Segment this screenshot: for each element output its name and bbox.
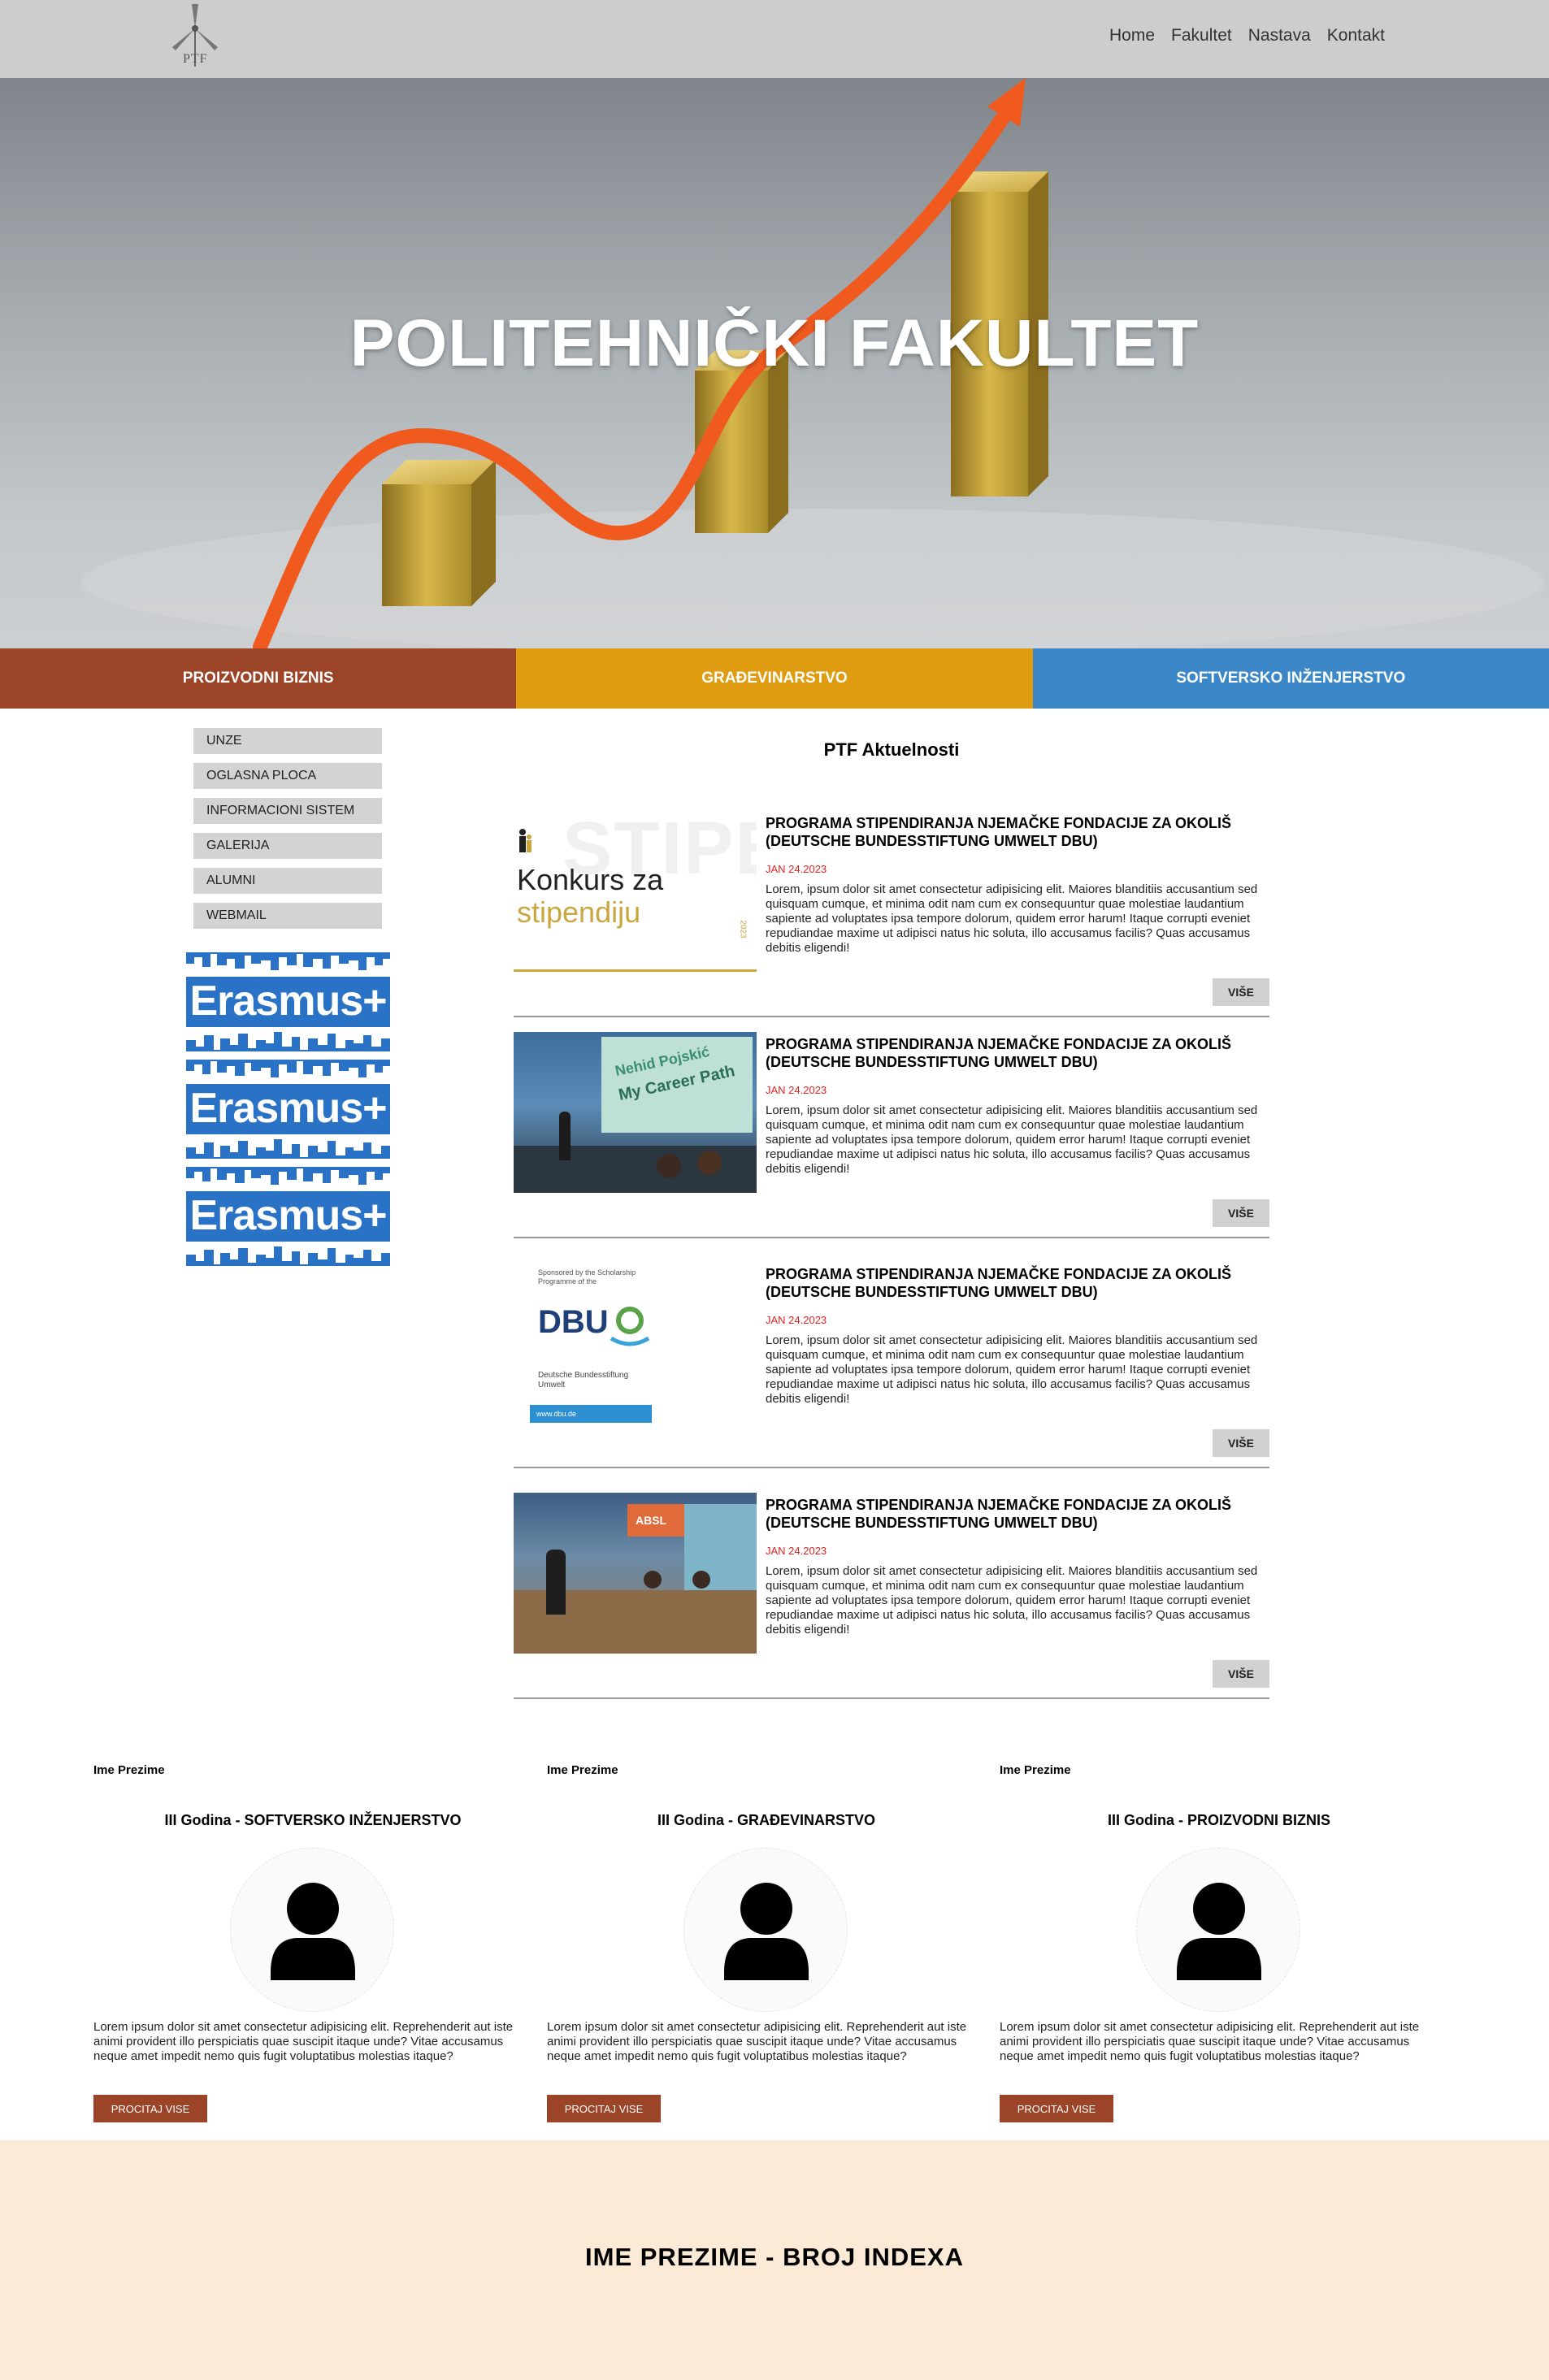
erasmus-label: Erasmus+ — [189, 1192, 387, 1239]
program-gradevinarstvo[interactable]: GRAĐEVINARSTVO — [516, 648, 1033, 709]
sidebar-item-oglasna-ploca[interactable]: OGLASNA PLOCA — [193, 763, 382, 789]
read-more-button[interactable]: PROCITAJ VISE — [547, 2095, 661, 2122]
student-name: Ime Prezime — [93, 1763, 165, 1777]
news-body: Lorem, ipsum dolor sit amet consectetur … — [766, 1333, 1258, 1406]
erasmus-label: Erasmus+ — [189, 1085, 387, 1132]
news-date: JAN 24.2023 — [766, 863, 827, 875]
news-more-button[interactable]: VIŠE — [1213, 978, 1269, 1006]
people-icon — [519, 829, 532, 852]
student-card: Ime Prezime III Godina - GRAĐEVINARSTVO … — [547, 1763, 974, 2137]
news-body: Lorem, ipsum dolor sit amet consectetur … — [766, 1564, 1258, 1637]
skyline-decoration — [186, 1027, 390, 1050]
erasmus-banner[interactable]: Erasmus+ — [186, 1060, 390, 1159]
student-year: III Godina - GRAĐEVINARSTVO — [657, 1812, 875, 1828]
skyline-decoration — [186, 1134, 390, 1157]
erasmus-banner[interactable]: Erasmus+ — [186, 1167, 390, 1266]
user-icon — [724, 1883, 809, 1980]
skyline-decoration — [186, 1242, 390, 1264]
image-sponsor-text: Sponsored by the Scholarship Programme o… — [538, 1268, 636, 1285]
attendee — [644, 1571, 662, 1589]
news-date: JAN 24.2023 — [766, 1314, 827, 1326]
student-card: Ime Prezime III Godina - PROIZVODNI BIZN… — [1000, 1763, 1427, 2137]
news-item: ABSL PROGRAMA STIPENDIRANJA NJEMAČKE FON… — [514, 1480, 1269, 1699]
sidebar-menu: UNZE OGLASNA PLOCA INFORMACIONI SISTEM G… — [193, 728, 382, 938]
image-year: 2023 — [738, 920, 748, 939]
news-image-career-talk[interactable]: Nehid Pojskić My Career Path — [514, 1032, 757, 1193]
sidebar-item-unze[interactable]: UNZE — [193, 728, 382, 754]
image-sign: ABSL — [627, 1504, 684, 1537]
image-headline: Konkurs za — [517, 863, 664, 896]
attendee — [692, 1571, 710, 1589]
student-text: Lorem ipsum dolor sit amet consectetur a… — [93, 2020, 514, 2063]
read-more-button[interactable]: PROCITAJ VISE — [93, 2095, 207, 2122]
user-icon — [1177, 1883, 1261, 1980]
student-year: III Godina - PROIZVODNI BIZNIS — [1107, 1812, 1330, 1828]
hero-title: POLITEHNIČKI FAKULTET — [349, 306, 1200, 380]
site-header: PTF Home Fakultet Nastava Kontakt — [0, 0, 1549, 78]
student-name: Ime Prezime — [1000, 1763, 1071, 1777]
read-more-button[interactable]: PROCITAJ VISE — [1000, 2095, 1113, 2122]
news-headline[interactable]: PROGRAMA STIPENDIRANJA NJEMAČKE FONDACIJ… — [766, 1035, 1269, 1071]
dbu-leaf-icon — [610, 1307, 650, 1346]
news-headline[interactable]: PROGRAMA STIPENDIRANJA NJEMAČKE FONDACIJ… — [766, 814, 1269, 850]
audience-person — [697, 1151, 722, 1175]
student-card: Ime Prezime III Godina - SOFTVERSKO INŽE… — [93, 1763, 521, 2137]
student-text: Lorem ipsum dolor sit amet consectetur a… — [1000, 2020, 1420, 2063]
image-url-bar: www.dbu.de — [530, 1405, 652, 1423]
news-headline[interactable]: PROGRAMA STIPENDIRANJA NJEMAČKE FONDACIJ… — [766, 1496, 1269, 1532]
sidebar-item-galerija[interactable]: GALERIJA — [193, 833, 382, 859]
avatar — [1136, 1848, 1300, 2012]
news-item: Nehid Pojskić My Career Path PROGRAMA ST… — [514, 1019, 1269, 1238]
news-more-button[interactable]: VIŠE — [1213, 1660, 1269, 1688]
student-name: Ime Prezime — [547, 1763, 618, 1777]
nav-kontakt[interactable]: Kontakt — [1327, 26, 1385, 46]
avatar — [230, 1848, 394, 2012]
avatar — [683, 1848, 848, 2012]
news-item: STIPEN Konkurs za stipendiju 2023 PROGRA… — [514, 798, 1269, 1017]
camera-operator — [546, 1550, 566, 1615]
news-section-title: PTF Aktuelnosti — [823, 739, 960, 760]
nav-nastava[interactable]: Nastava — [1248, 26, 1311, 46]
news-image-conference[interactable]: ABSL — [514, 1493, 757, 1654]
nav-fakultet[interactable]: Fakultet — [1171, 26, 1232, 46]
skyline-decoration — [186, 1168, 390, 1191]
main-nav: Home Fakultet Nastava Kontakt — [1109, 26, 1385, 46]
program-bar: PROIZVODNI BIZNIS GRAĐEVINARSTVO SOFTVER… — [0, 648, 1549, 709]
skyline-decoration — [186, 954, 390, 977]
news-more-button[interactable]: VIŠE — [1213, 1199, 1269, 1227]
program-softversko-inzenjerstvo[interactable]: SOFTVERSKO INŽENJERSTVO — [1032, 648, 1549, 709]
audience — [514, 1146, 757, 1193]
image-subheadline: stipendiju — [517, 895, 641, 929]
speaker — [559, 1112, 571, 1160]
news-headline[interactable]: PROGRAMA STIPENDIRANJA NJEMAČKE FONDACIJ… — [766, 1265, 1269, 1301]
news-image-konkurs[interactable]: STIPEN Konkurs za stipendiju 2023 — [514, 811, 757, 972]
skyline-decoration — [186, 1061, 390, 1084]
image-org-text: Deutsche Bundesstiftung Umwelt — [538, 1371, 629, 1389]
site-footer: IME PREZIME - BROJ INDEXA — [0, 2140, 1549, 2380]
sidebar-item-webmail[interactable]: WEBMAIL — [193, 903, 382, 929]
program-proizvodni-biznis[interactable]: PROIZVODNI BIZNIS — [0, 648, 517, 709]
sidebar-item-informacioni-sistem[interactable]: INFORMACIONI SISTEM — [193, 798, 382, 824]
banner-stand — [684, 1504, 757, 1602]
news-date: JAN 24.2023 — [766, 1084, 827, 1096]
footer-text: IME PREZIME - BROJ INDEXA — [585, 2243, 964, 2271]
news-item: Sponsored by the Scholarship Programme o… — [514, 1249, 1269, 1468]
hero-banner: POLITEHNIČKI FAKULTET — [0, 78, 1549, 648]
erasmus-label: Erasmus+ — [189, 978, 387, 1025]
ptf-logo[interactable]: PTF — [163, 0, 228, 73]
news-image-dbu[interactable]: Sponsored by the Scholarship Programme o… — [514, 1262, 757, 1423]
audience-person — [657, 1154, 681, 1178]
news-date: JAN 24.2023 — [766, 1545, 827, 1557]
user-icon — [271, 1883, 355, 1980]
erasmus-banner[interactable]: Erasmus+ — [186, 952, 390, 1051]
news-body: Lorem, ipsum dolor sit amet consectetur … — [766, 882, 1258, 955]
sidebar-item-alumni[interactable]: ALUMNI — [193, 868, 382, 894]
news-body: Lorem, ipsum dolor sit amet consectetur … — [766, 1103, 1258, 1176]
dbu-logo: DBU — [538, 1304, 609, 1340]
student-text: Lorem ipsum dolor sit amet consectetur a… — [547, 2020, 967, 2063]
logo-text: PTF — [183, 52, 208, 66]
nav-home[interactable]: Home — [1109, 26, 1155, 46]
news-more-button[interactable]: VIŠE — [1213, 1429, 1269, 1457]
student-year: III Godina - SOFTVERSKO INŽENJERSTVO — [164, 1812, 462, 1828]
